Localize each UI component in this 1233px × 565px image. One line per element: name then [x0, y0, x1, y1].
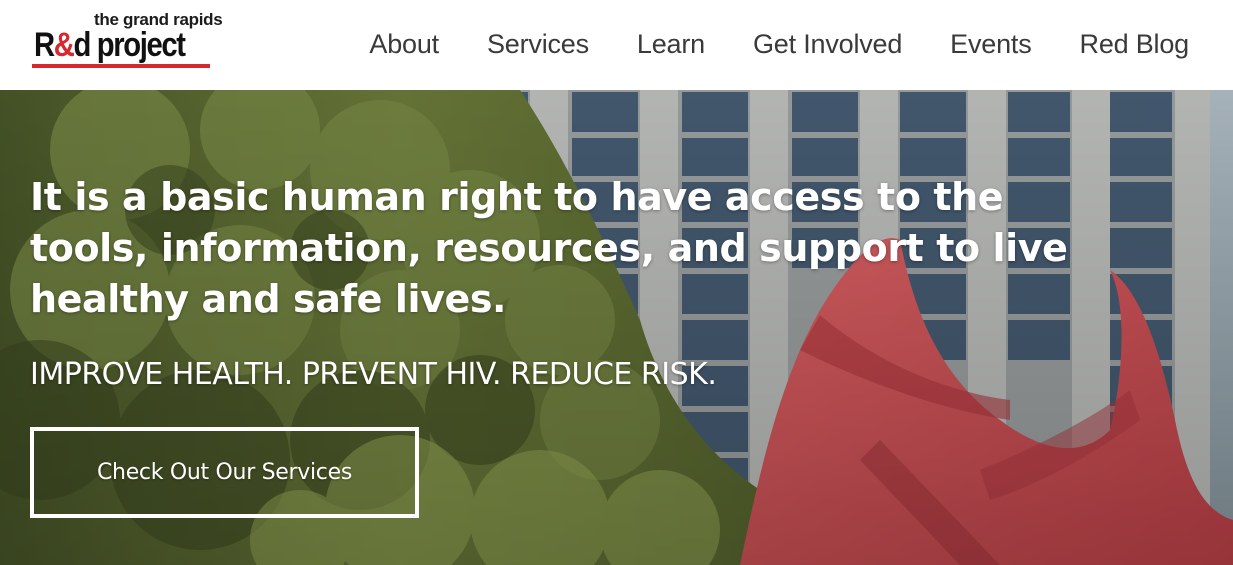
logo-underline [32, 64, 210, 68]
site-logo[interactable]: the grand rapids R&d project [30, 8, 223, 76]
logo-letter-r: R [34, 26, 55, 64]
logo-word-suffix: d project [73, 26, 186, 64]
logo-wordmark: R&d project [34, 26, 186, 65]
nav-item-about[interactable]: About [369, 24, 439, 64]
nav-item-events[interactable]: Events [950, 24, 1032, 64]
hero-banner: It is a basic human right to have access… [0, 90, 1233, 565]
hero-content: It is a basic human right to have access… [30, 172, 1130, 394]
awareness-ribbon-icon: & [53, 26, 75, 64]
nav-item-learn[interactable]: Learn [637, 24, 705, 64]
main-nav: About Services Learn Get Involved Events… [369, 24, 1189, 64]
hero-tagline: IMPROVE HEALTH. PREVENT HIV. REDUCE RISK… [30, 357, 717, 392]
site-header: the grand rapids R&d project About Servi… [0, 0, 1233, 90]
check-out-services-button[interactable]: Check Out Our Services [30, 427, 419, 518]
nav-item-services[interactable]: Services [487, 24, 589, 64]
nav-item-get-involved[interactable]: Get Involved [753, 24, 902, 64]
nav-item-red-blog[interactable]: Red Blog [1080, 24, 1190, 64]
hero-headline: It is a basic human right to have access… [30, 175, 1068, 321]
